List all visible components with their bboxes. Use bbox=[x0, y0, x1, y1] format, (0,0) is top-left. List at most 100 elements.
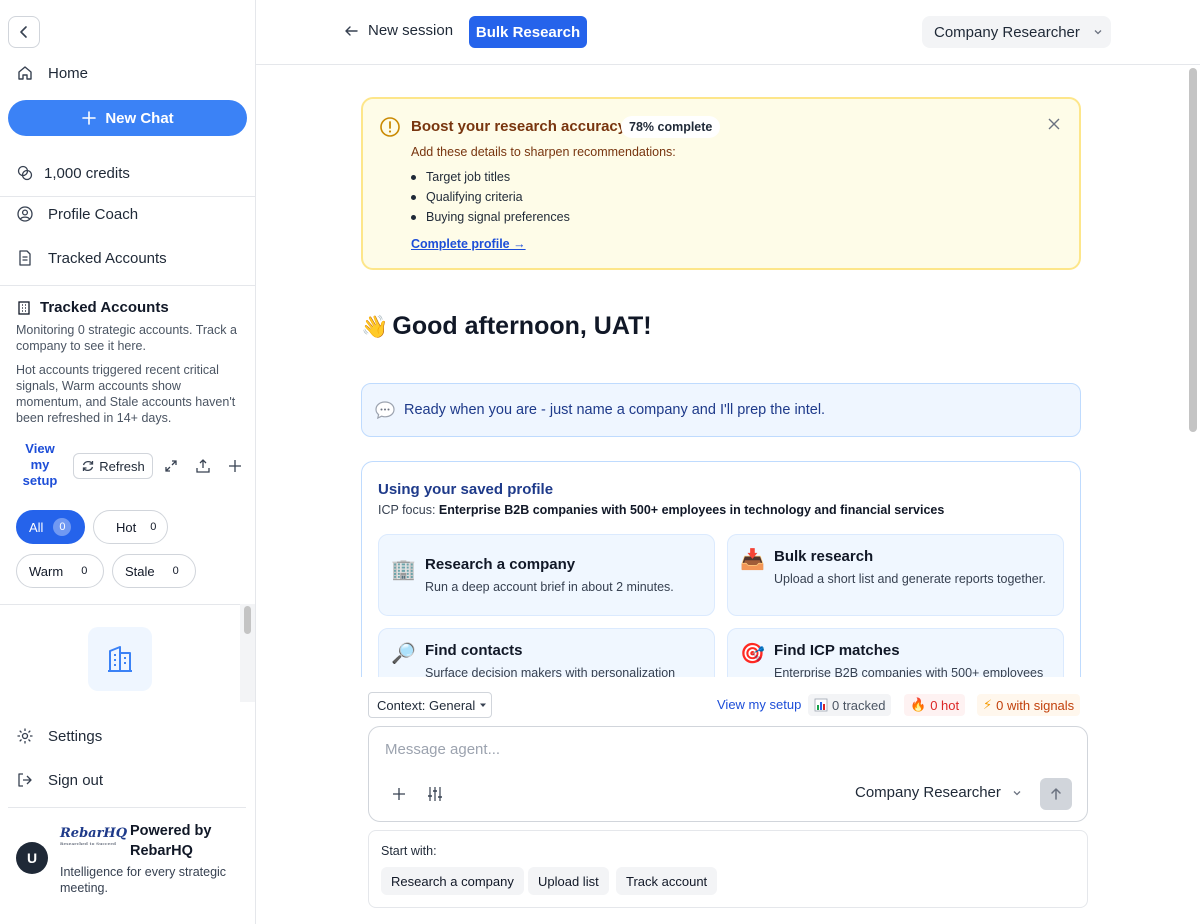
send-button[interactable] bbox=[1040, 778, 1072, 810]
banner-list-item-label: Qualifying criteria bbox=[426, 190, 523, 204]
nav-sign-out[interactable]: Sign out bbox=[16, 771, 103, 789]
tagline: Intelligence for every strategic meeting… bbox=[60, 865, 227, 895]
action-bulk-research[interactable]: 📥 Bulk research Upload a short list and … bbox=[727, 534, 1064, 616]
view-my-setup-link[interactable]: View my setup bbox=[717, 697, 801, 712]
action-title: Find contacts bbox=[425, 642, 523, 659]
agent-select[interactable]: Company Researcher bbox=[922, 16, 1111, 48]
banner-title: Boost your research accuracy bbox=[411, 118, 627, 135]
sliders-icon bbox=[428, 787, 442, 801]
chat-bubble-icon bbox=[375, 401, 395, 420]
filter-hot[interactable]: Hot 0 bbox=[93, 510, 168, 544]
nav-home-label: Home bbox=[48, 64, 89, 82]
add-account-button[interactable] bbox=[225, 456, 245, 476]
nav-home[interactable]: Home bbox=[16, 64, 88, 82]
start-chip-track-account[interactable]: Track account bbox=[616, 867, 718, 895]
arrow-up-icon bbox=[1051, 788, 1061, 800]
banner-list: Target job titles Qualifying criteria Bu… bbox=[411, 167, 570, 227]
attach-button[interactable] bbox=[389, 784, 409, 804]
settings-sliders-button[interactable] bbox=[425, 784, 445, 804]
avatar[interactable]: U bbox=[16, 842, 48, 874]
office-building-icon: 🏢 bbox=[391, 559, 416, 581]
hot-stat: 🔥 0 hot bbox=[904, 694, 966, 716]
banner-list-item: Qualifying criteria bbox=[411, 187, 570, 207]
plus-icon bbox=[229, 460, 241, 472]
sign-out-icon bbox=[18, 773, 32, 787]
signals-stat-label: 0 with signals bbox=[996, 697, 1075, 713]
divider bbox=[0, 285, 255, 286]
context-select[interactable]: Context: General bbox=[368, 692, 492, 718]
collapse-sidebar-button[interactable] bbox=[8, 16, 40, 48]
chevron-left-icon bbox=[20, 26, 27, 38]
context-select-label: Context: General bbox=[377, 697, 476, 713]
tracked-accounts-heading: Tracked Accounts bbox=[16, 299, 169, 316]
start-chip-upload-list[interactable]: Upload list bbox=[528, 867, 609, 895]
action-desc: Enterprise B2B companies with 500+ emplo… bbox=[774, 666, 1044, 677]
powered-by-title: Powered by RebarHQ bbox=[130, 823, 212, 859]
action-title: Research a company bbox=[425, 556, 576, 573]
start-chip-research-company[interactable]: Research a company bbox=[381, 867, 524, 895]
coins-icon bbox=[17, 165, 33, 181]
new-session-button[interactable]: New session bbox=[344, 22, 453, 39]
building-icon bbox=[18, 300, 30, 315]
tracked-accounts-legend: Hot accounts triggered recent critical s… bbox=[16, 363, 236, 425]
filter-warm[interactable]: Warm 0 bbox=[16, 554, 104, 588]
message-composer: Company Researcher bbox=[368, 726, 1088, 822]
nav-profile-coach[interactable]: Profile Coach bbox=[16, 205, 138, 223]
action-research-company[interactable]: 🏢 Research a company Run a deep account … bbox=[378, 534, 715, 616]
icp-focus: ICP focus: Enterprise B2B companies with… bbox=[378, 503, 944, 517]
export-button[interactable] bbox=[193, 456, 213, 476]
ready-message-text: Ready when you are - just name a company… bbox=[404, 402, 826, 418]
start-with-panel: Start with: Research a company Upload li… bbox=[368, 830, 1088, 908]
nav-tracked-accounts[interactable]: Tracked Accounts bbox=[16, 249, 167, 267]
main-scrollbar-thumb[interactable] bbox=[1189, 68, 1197, 432]
empty-state-tile bbox=[88, 627, 152, 691]
user-circle-icon bbox=[17, 206, 33, 222]
new-chat-button[interactable]: New Chat bbox=[8, 100, 247, 136]
filter-label: All bbox=[29, 519, 44, 535]
action-desc: Run a deep account brief in about 2 minu… bbox=[425, 580, 674, 594]
banner-list-item-label: Buying signal preferences bbox=[426, 210, 570, 224]
close-icon[interactable] bbox=[1047, 117, 1061, 131]
inbox-tray-icon: 📥 bbox=[740, 549, 765, 571]
tracked-stat-label: 0 tracked bbox=[832, 697, 886, 713]
completion-badge: 78% complete bbox=[621, 116, 721, 138]
complete-profile-link[interactable]: Complete profile → bbox=[411, 237, 526, 251]
message-input[interactable] bbox=[385, 741, 1065, 758]
sidebar: Home New Chat 1,000 credits Profile Coac… bbox=[0, 0, 256, 924]
chevron-down-icon bbox=[1013, 790, 1021, 795]
caret-down-icon bbox=[480, 703, 487, 707]
arrow-left-icon bbox=[345, 25, 358, 36]
nav-settings[interactable]: Settings bbox=[16, 727, 102, 745]
greeting-text: Good afternoon, UAT! bbox=[392, 312, 652, 340]
nav-tracked-accounts-label: Tracked Accounts bbox=[48, 249, 167, 267]
rebarhq-logo: RebarHQ Researched to Succeed bbox=[60, 826, 127, 846]
ready-message: Ready when you are - just name a company… bbox=[361, 383, 1081, 437]
bulk-research-button[interactable]: Bulk Research bbox=[469, 16, 587, 48]
home-icon bbox=[18, 66, 32, 80]
accounts-scrollbar-thumb[interactable] bbox=[244, 606, 251, 634]
banner-list-item: Target job titles bbox=[411, 167, 570, 187]
icp-label: ICP focus: bbox=[378, 503, 436, 517]
refresh-button[interactable]: Refresh bbox=[73, 453, 153, 479]
greeting: 👋 Good afternoon, UAT! bbox=[361, 312, 652, 341]
composer-agent-select[interactable]: Company Researcher bbox=[855, 784, 1023, 801]
magnifier-icon: 🔎 bbox=[391, 643, 416, 665]
wave-emoji: 👋 bbox=[361, 313, 389, 339]
expand-icon bbox=[165, 460, 177, 472]
nav-profile-coach-label: Profile Coach bbox=[48, 205, 139, 223]
composer-agent-label: Company Researcher bbox=[855, 784, 1001, 801]
hot-stat-label: 0 hot bbox=[930, 697, 960, 713]
banner-list-item-label: Target job titles bbox=[426, 170, 511, 184]
view-my-setup-link[interactable]: View my setup bbox=[16, 441, 64, 489]
filter-count: 0 bbox=[53, 518, 72, 536]
filter-all[interactable]: All 0 bbox=[16, 510, 85, 544]
banner-subtitle: Add these details to sharpen recommendat… bbox=[411, 145, 676, 159]
action-find-icp-matches[interactable]: 🎯 Find ICP matches Enterprise B2B compan… bbox=[727, 628, 1064, 677]
action-find-contacts[interactable]: 🔎 Find contacts Surface decision makers … bbox=[378, 628, 715, 677]
filter-stale[interactable]: Stale 0 bbox=[112, 554, 196, 588]
expand-button[interactable] bbox=[161, 456, 181, 476]
fire-icon: 🔥 bbox=[910, 697, 927, 712]
target-icon: 🎯 bbox=[740, 643, 765, 665]
divider bbox=[8, 807, 246, 808]
divider bbox=[0, 196, 255, 197]
